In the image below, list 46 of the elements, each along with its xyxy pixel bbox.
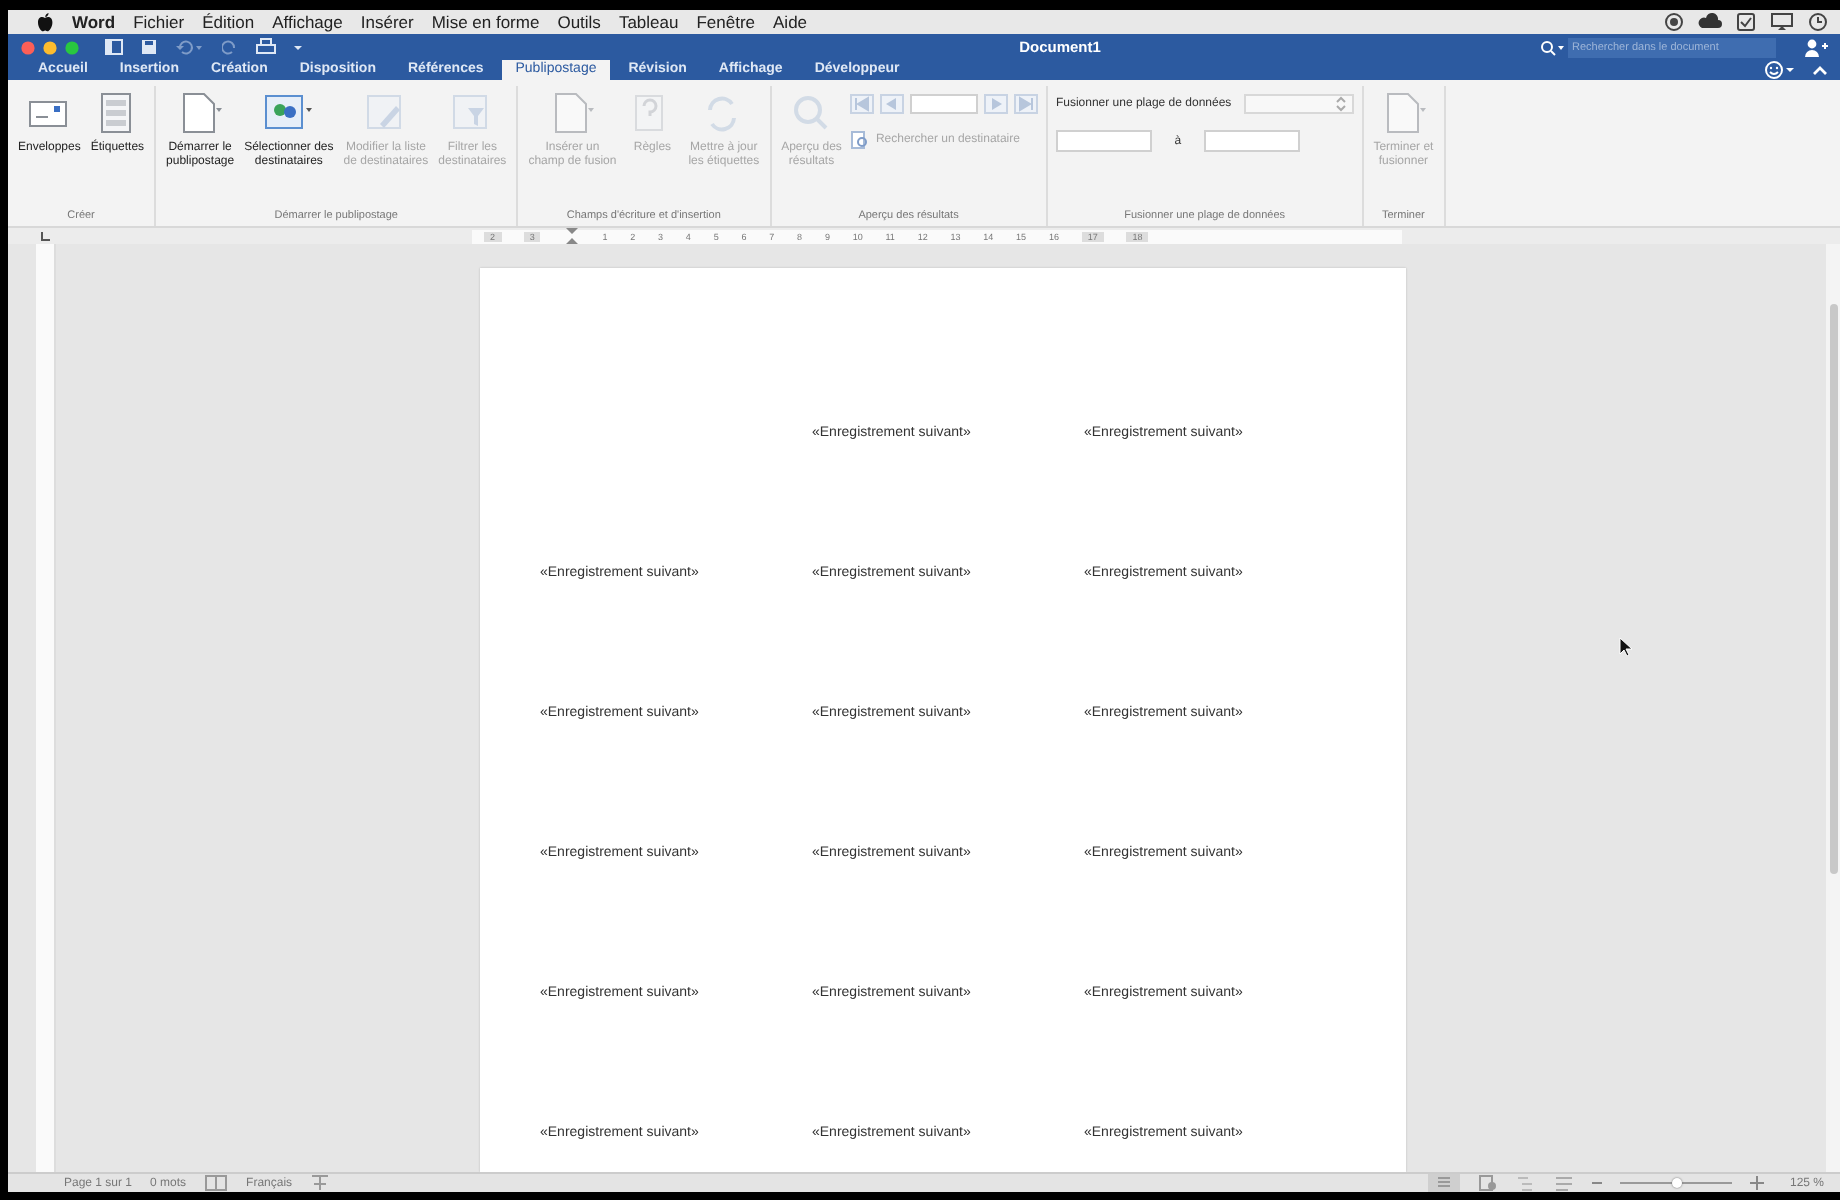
menu-item[interactable]: Mise en forme bbox=[431, 12, 540, 32]
print-icon[interactable] bbox=[256, 38, 276, 56]
app-menu[interactable]: Word bbox=[72, 12, 116, 32]
record-icon[interactable] bbox=[1664, 12, 1684, 32]
menu-item[interactable]: Insérer bbox=[360, 12, 414, 32]
print-layout-button[interactable] bbox=[1427, 1174, 1460, 1192]
collapse-ribbon-icon[interactable] bbox=[1812, 62, 1828, 78]
people-icon bbox=[262, 90, 315, 134]
proofing-book-icon[interactable] bbox=[204, 1174, 229, 1192]
apple-icon[interactable] bbox=[36, 12, 54, 32]
cloud-icon[interactable] bbox=[1698, 12, 1722, 32]
checkbox-icon[interactable] bbox=[1736, 12, 1756, 32]
next-record-icon[interactable] bbox=[983, 94, 1008, 114]
redo-icon[interactable] bbox=[222, 38, 240, 56]
draft-view-icon[interactable] bbox=[1553, 1174, 1574, 1192]
page-layout-icon bbox=[1435, 1176, 1452, 1190]
range-to-field[interactable] bbox=[1203, 130, 1300, 152]
clock-icon[interactable] bbox=[1808, 12, 1828, 32]
scrollbar[interactable] bbox=[1826, 244, 1840, 1172]
undo-icon[interactable] bbox=[174, 38, 206, 56]
tab-stop-icon[interactable] bbox=[40, 230, 52, 242]
record-number-field[interactable] bbox=[909, 94, 978, 114]
menu-item[interactable]: Fichier bbox=[133, 12, 185, 32]
display-icon[interactable] bbox=[1770, 12, 1794, 32]
first-record-icon[interactable] bbox=[849, 94, 874, 114]
find-document-icon bbox=[849, 130, 870, 150]
previous-record-icon[interactable] bbox=[879, 94, 904, 114]
outline-view-icon[interactable] bbox=[1515, 1174, 1536, 1192]
share-person-icon[interactable] bbox=[1804, 37, 1828, 57]
mouse-pointer-icon bbox=[1618, 636, 1632, 656]
smiley-icon[interactable] bbox=[1764, 60, 1796, 80]
menu-item[interactable]: Affichage bbox=[272, 12, 343, 32]
zoom-thumb[interactable] bbox=[1671, 1178, 1682, 1188]
menu-item[interactable]: Aide bbox=[773, 12, 808, 32]
range-from-field[interactable] bbox=[1055, 130, 1152, 152]
web-layout-icon[interactable] bbox=[1477, 1174, 1498, 1192]
last-record-icon[interactable] bbox=[1013, 94, 1038, 114]
sidebar-icon[interactable] bbox=[104, 38, 124, 56]
menu-item[interactable]: Fenêtre bbox=[696, 12, 756, 32]
save-icon[interactable] bbox=[140, 38, 158, 56]
stepper-icon bbox=[1335, 96, 1346, 112]
search-icon[interactable] bbox=[1540, 39, 1564, 55]
menu-item[interactable]: Tableau bbox=[618, 12, 679, 32]
menu-item[interactable]: Outils bbox=[557, 12, 601, 32]
menu-item[interactable]: Édition bbox=[202, 12, 255, 32]
zoom-in-icon[interactable] bbox=[1749, 1176, 1764, 1190]
